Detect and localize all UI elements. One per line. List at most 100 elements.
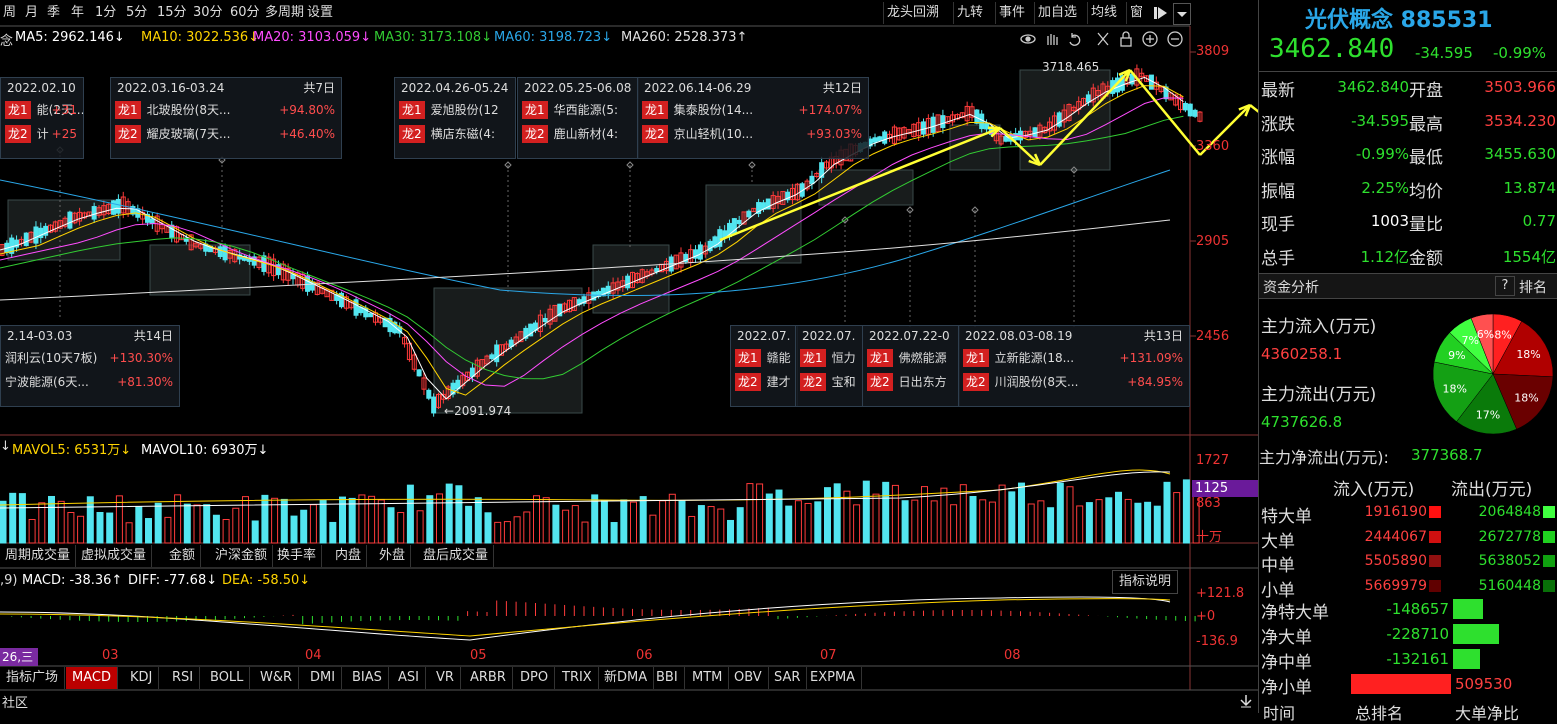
tool-4[interactable]: 均线	[1087, 2, 1120, 24]
volume-tab-3[interactable]: 沪深金额	[210, 545, 274, 567]
pin-icon[interactable]	[1152, 3, 1170, 23]
stock-title: 光伏概念 885531	[1305, 8, 1493, 33]
scroll-down-icon[interactable]	[1238, 693, 1254, 709]
leader-stock-name: 赣能	[766, 351, 791, 365]
tool-5[interactable]: 窗	[1126, 2, 1146, 24]
popup-count: 共13日	[1143, 329, 1183, 343]
popup-row[interactable]: 润利云(10天7板) +130.30%	[1, 346, 179, 370]
popup-row[interactable]: 龙2 横店东磁(4:	[395, 122, 515, 146]
period-10[interactable]: 设置	[304, 2, 336, 24]
popup-row[interactable]: 龙1 恒力	[796, 346, 862, 370]
leader-tag: 龙1	[115, 101, 141, 119]
indicator-tab-3[interactable]: RSI	[166, 667, 201, 689]
indicator-tab-14[interactable]: BBI	[650, 667, 685, 689]
leader-tag: 龙1	[642, 101, 668, 119]
indicator-tab-10[interactable]: ARBR	[464, 667, 513, 689]
leader-stock-name: 立新能源(18...	[994, 351, 1075, 365]
period-1[interactable]: 月	[22, 2, 41, 24]
popup-date: 2022.04.26-05.24	[401, 81, 509, 95]
popup-row[interactable]: 龙2 宝和	[796, 370, 862, 394]
popup-row[interactable]: 龙2 日出东方	[863, 370, 959, 394]
period-2[interactable]: 季	[44, 2, 63, 24]
popup-row[interactable]: 龙2 耀皮玻璃(7天... +46.40%	[111, 122, 341, 146]
outflow-value: 4737626.8	[1261, 413, 1343, 431]
popup-row[interactable]: 龙2 川润股份(8天... +84.95%	[959, 370, 1189, 394]
footer-total-rank[interactable]: 总排名	[1355, 700, 1403, 724]
volume-tab-1[interactable]: 虚拟成交量	[76, 545, 153, 567]
indicator-tab-7[interactable]: BIAS	[346, 667, 389, 689]
popup-row[interactable]: 宁波能源(6天... +81.30%	[1, 370, 179, 394]
tool-3[interactable]: 加自选	[1034, 2, 1080, 24]
leader-popup: 2022.07. 龙1 恒力 龙2 宝和	[795, 325, 863, 407]
tool-2[interactable]: 事件	[995, 2, 1028, 24]
indicator-tab-5[interactable]: W&R	[254, 667, 300, 689]
popup-row[interactable]: 龙1 爱旭股份(12	[395, 98, 515, 122]
tool-1[interactable]: 九转	[953, 2, 986, 24]
tool-0[interactable]: 龙头回溯	[883, 2, 942, 24]
volume-tab-0[interactable]: 周期成交量	[0, 545, 77, 567]
leader-pct: +31	[51, 103, 77, 117]
period-3[interactable]: 年	[68, 2, 87, 24]
popup-row[interactable]: 龙2 计 +25	[1, 122, 83, 146]
period-6[interactable]: 15分	[154, 2, 190, 24]
popup-row[interactable]: 龙1 北玻股份(8天... +94.80%	[111, 98, 341, 122]
indicator-tab-11[interactable]: DPO	[514, 667, 556, 689]
popup-row[interactable]: 龙1 佛燃能源	[863, 346, 959, 370]
popup-row[interactable]: 龙1 华西能源(5:	[518, 98, 638, 122]
popup-row[interactable]: 龙2 建才	[731, 370, 797, 394]
period-9[interactable]: 多周期	[262, 2, 307, 24]
help-button[interactable]: ?	[1495, 276, 1515, 296]
menu-dropdown-icon[interactable]	[1173, 3, 1191, 25]
volume-tab-6[interactable]: 外盘	[374, 545, 412, 567]
volume-tab-4[interactable]: 换手率	[272, 545, 323, 567]
quote-value: 1.12亿	[1360, 247, 1409, 266]
rank-button[interactable]: 排名	[1519, 277, 1547, 297]
indicator-tab-12[interactable]: TRIX	[556, 667, 599, 689]
indicator-tab-4[interactable]: BOLL	[204, 667, 251, 689]
quote-value: 1554亿	[1502, 247, 1556, 266]
indicator-tab-18[interactable]: EXPMA	[804, 667, 863, 689]
indicator-tab-6[interactable]: DMI	[304, 667, 343, 689]
quote-label: 最高	[1409, 114, 1443, 135]
popup-row[interactable]: 龙1 集泰股份(14... +174.07%	[638, 98, 868, 122]
indicator-tab-16[interactable]: OBV	[728, 667, 769, 689]
indicator-tab-9[interactable]: VR	[430, 667, 461, 689]
popup-row[interactable]: 龙2 京山轻机(10... +93.03%	[638, 122, 868, 146]
footer-net-ratio[interactable]: 大单净比	[1455, 700, 1519, 724]
indicator-tab-13[interactable]: 新DMA	[598, 667, 655, 689]
popup-row[interactable]: 龙1 能(2天... +31	[1, 98, 83, 122]
popup-row[interactable]: 龙1 立新能源(18... +131.09%	[959, 346, 1189, 370]
period-8[interactable]: 60分	[227, 2, 263, 24]
funds-row-label: 大单	[1261, 531, 1295, 552]
leader-stock-name: 建才	[766, 375, 791, 389]
indicator-tab-2[interactable]: KDJ	[124, 667, 160, 689]
popup-row[interactable]: 龙1 赣能	[731, 346, 797, 370]
month-label: 06	[636, 648, 653, 663]
popup-header: 2022.08.03-08.19 共13日	[959, 326, 1189, 346]
table-head-out: 流出(万元)	[1451, 480, 1533, 500]
volume-tab-7[interactable]: 盘后成交量	[418, 545, 495, 567]
community-link[interactable]: 社区	[2, 692, 28, 711]
leader-tag: 龙1	[800, 349, 826, 367]
period-7[interactable]: 30分	[190, 2, 226, 24]
indicator-tab-0[interactable]: 指标广场	[0, 667, 66, 689]
volume-tab-5[interactable]: 内盘	[330, 545, 368, 567]
footer-time[interactable]: 时间	[1263, 700, 1295, 724]
period-0[interactable]: 周	[0, 2, 19, 24]
indicator-tab-15[interactable]: MTM	[686, 667, 730, 689]
funds-in-value: 5669979	[1364, 577, 1427, 594]
period-5[interactable]: 5分	[123, 2, 150, 24]
funds-out-swatch	[1543, 555, 1555, 567]
indicator-tab-8[interactable]: ASI	[392, 667, 426, 689]
indicator-tab-17[interactable]: SAR	[768, 667, 808, 689]
ma30-label: MA30: 3173.108↓	[374, 30, 493, 45]
period-4[interactable]: 1分	[92, 2, 119, 24]
indicator-tab-1[interactable]: MACD	[66, 667, 118, 689]
hand-icon	[1047, 34, 1058, 45]
popup-row[interactable]: 龙2 鹿山新材(4:	[518, 122, 638, 146]
popup-date: 2022.03.16-03.24	[117, 81, 225, 95]
indicator-explain-button[interactable]: 指标说明	[1112, 570, 1179, 594]
volume-tab-2[interactable]: 金额	[164, 545, 202, 567]
leader-popup: 2022.03.16-03.24 共7日 龙1 北玻股份(8天... +94.80% 龙2…	[110, 77, 342, 159]
net-value: -228710	[1386, 625, 1449, 643]
